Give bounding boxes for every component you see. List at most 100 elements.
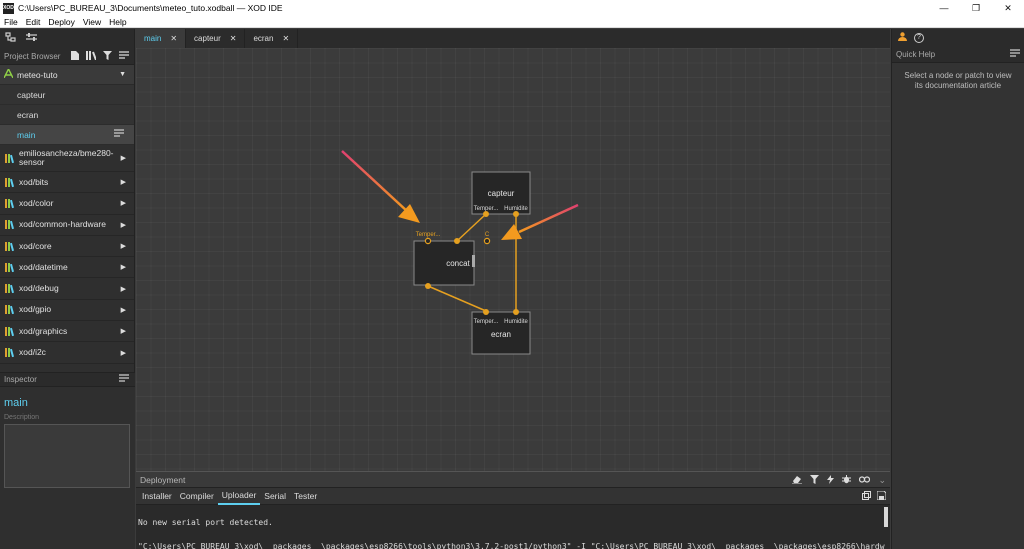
output-pin[interactable] — [425, 283, 431, 289]
close-icon[interactable]: ✕ — [282, 34, 289, 43]
output-pin[interactable] — [483, 211, 489, 217]
library-item[interactable]: xod/bits ▶ — [0, 172, 134, 194]
chevron-down-icon[interactable]: ▼ — [119, 71, 126, 78]
new-patch-icon[interactable] — [71, 51, 79, 62]
library-name: xod/common-hardware — [19, 219, 106, 230]
chevron-right-icon[interactable]: ▶ — [121, 178, 126, 186]
description-textarea[interactable] — [4, 424, 130, 488]
menu-view[interactable]: View — [79, 17, 105, 27]
library-item[interactable]: xod/graphics ▶ — [0, 321, 134, 343]
user-icon[interactable] — [898, 32, 907, 43]
tab-capteur[interactable]: capteur ✕ — [186, 29, 246, 48]
link-capteur-temp-to-concat[interactable] — [456, 213, 487, 242]
tab-tester[interactable]: Tester — [290, 488, 321, 505]
patch-canvas[interactable]: capteur Temper... Humidite concat Temper… — [136, 48, 890, 471]
library-item[interactable]: xod/color ▶ — [0, 193, 134, 215]
debug-bug-icon[interactable] — [842, 475, 852, 486]
library-item[interactable]: emiliosancheza/bme280-sensor ▶ — [0, 145, 134, 172]
copy-log-icon[interactable] — [862, 491, 871, 502]
inspector-header: Inspector — [0, 372, 135, 387]
library-name: emiliosancheza/bme280-sensor — [19, 148, 114, 167]
link-icon[interactable] — [859, 475, 871, 486]
library-item[interactable]: xod/debug ▶ — [0, 278, 134, 300]
tab-main[interactable]: main ✕ — [136, 29, 187, 48]
chevron-right-icon[interactable]: ▶ — [121, 306, 126, 314]
library-item[interactable]: xod/core ▶ — [0, 235, 134, 258]
library-name: xod/gpio — [19, 304, 52, 315]
input-pin[interactable] — [483, 309, 489, 315]
close-button[interactable]: ✕ — [992, 0, 1024, 16]
filter-icon[interactable] — [103, 51, 112, 62]
project-browser-header: Project Browser — [0, 48, 134, 65]
chevron-right-icon[interactable]: ▶ — [121, 154, 126, 162]
inspector-patch-name[interactable]: main — [0, 387, 135, 411]
library-name: xod/core — [19, 240, 52, 251]
help-icon[interactable]: ? — [914, 32, 924, 43]
clear-log-icon[interactable] — [792, 475, 803, 486]
chevron-right-icon[interactable]: ▶ — [121, 199, 126, 207]
library-item[interactable]: xod/datetime ▶ — [0, 257, 134, 279]
tab-compiler[interactable]: Compiler — [176, 488, 218, 505]
add-library-icon[interactable] — [86, 51, 97, 62]
patch-label: main — [17, 129, 36, 140]
input-pin[interactable] — [424, 237, 432, 245]
save-log-icon[interactable] — [876, 490, 887, 502]
tab-label: capteur — [194, 34, 221, 43]
library-item[interactable]: xod/common-hardware ▶ — [0, 214, 134, 236]
chevron-down-icon[interactable]: ⌄ — [878, 475, 886, 486]
console-scrollbar[interactable] — [884, 507, 888, 527]
close-icon[interactable]: ✕ — [170, 34, 177, 43]
project-browser-title: Project Browser — [4, 51, 61, 61]
library-name: xod/i2c — [19, 347, 46, 358]
chevron-right-icon[interactable]: ▶ — [121, 285, 126, 293]
library-name: xod/color — [19, 197, 54, 208]
library-item[interactable]: xod/gpio ▶ — [0, 299, 134, 322]
minimize-button[interactable]: — — [928, 0, 960, 16]
filter-icon[interactable] — [810, 475, 820, 486]
tab-installer[interactable]: Installer — [138, 488, 176, 505]
quick-help-text: Select a node or patch to view its docum… — [892, 63, 1024, 99]
project-row[interactable]: meteo-tuto ▼ — [0, 65, 134, 85]
output-pin[interactable] — [513, 211, 519, 217]
input-pin[interactable] — [454, 238, 460, 244]
xod-app-icon: XOD — [3, 2, 14, 14]
tab-ecran[interactable]: ecran ✕ — [245, 29, 299, 48]
input-pin[interactable] — [483, 237, 491, 245]
tab-uploader[interactable]: Uploader — [217, 488, 261, 505]
patch-item-main[interactable]: main — [0, 125, 134, 145]
node-concat-label: concat — [446, 259, 470, 268]
link-concat-to-ecran[interactable] — [427, 285, 487, 312]
close-icon[interactable]: ✕ — [230, 34, 237, 43]
pin-label: Humidite — [504, 319, 528, 325]
patch-item-ecran[interactable]: ecran — [0, 105, 134, 125]
inspector-menu-icon[interactable] — [119, 374, 129, 385]
console-line: No new serial port detected. — [138, 518, 273, 527]
menu-file[interactable]: File — [0, 17, 22, 27]
quick-help-menu-icon[interactable] — [1010, 48, 1020, 60]
tab-serial[interactable]: Serial — [260, 488, 290, 505]
pin-label: Temper... — [416, 232, 441, 238]
settings-sliders-icon[interactable] — [26, 32, 37, 45]
chevron-right-icon[interactable]: ▶ — [121, 327, 126, 335]
maximize-button[interactable]: ❐ — [960, 0, 992, 16]
patch-menu-icon[interactable] — [114, 129, 124, 140]
menu-deploy[interactable]: Deploy — [44, 17, 78, 27]
inspector-panel: Inspector main Description — [0, 372, 135, 549]
node-ecran[interactable]: ecran Temper... Humidite — [471, 309, 531, 355]
chevron-right-icon[interactable]: ▶ — [121, 349, 126, 357]
project-browser-icon[interactable] — [5, 32, 16, 45]
chevron-right-icon[interactable]: ▶ — [121, 242, 126, 250]
library-name: xod/debug — [19, 283, 59, 294]
patch-item-capteur[interactable]: capteur — [0, 85, 134, 105]
upload-lightning-icon[interactable] — [827, 475, 835, 486]
input-pin[interactable] — [513, 309, 519, 315]
node-concat[interactable]: concat Temper... C — [413, 232, 491, 289]
node-capteur[interactable]: capteur Temper... Humidite — [471, 171, 531, 217]
chevron-right-icon[interactable]: ▶ — [121, 263, 126, 271]
menu-icon[interactable] — [119, 51, 129, 62]
library-item[interactable]: xod/i2c ▶ — [0, 342, 134, 364]
console-output[interactable]: No new serial port detected. "C:\Users\P… — [136, 505, 890, 549]
menu-edit[interactable]: Edit — [22, 17, 45, 27]
chevron-right-icon[interactable]: ▶ — [121, 221, 126, 229]
menu-help[interactable]: Help — [105, 17, 130, 27]
